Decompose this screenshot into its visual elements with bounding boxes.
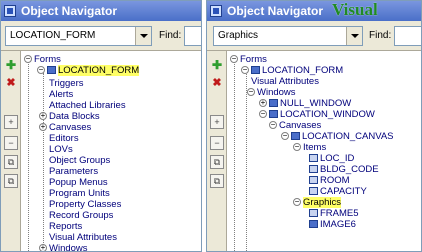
tree-node-image6[interactable]: IMAGE6 [309,219,356,230]
tree-node-popup-menus[interactable]: Popup Menus [49,177,108,188]
window-title: Object Navigator [21,4,118,18]
find-label: Find: [159,30,182,41]
tree-node-canvases[interactable]: + Canvases [39,122,91,133]
tree-node-attached-libraries[interactable]: Attached Libraries [49,100,126,111]
window-icon [269,110,278,119]
tree-node-property-classes[interactable]: Property Classes [49,199,121,210]
object-navigator-right: Object Navigator Visual Graphics Find: ✚… [206,0,422,252]
module-selector-value: LOCATION_FORM [10,30,96,41]
add-icon[interactable]: ✚ [210,58,224,72]
collapse-node-icon[interactable]: − [24,55,32,64]
text-item-icon [309,165,318,174]
vertical-toolbar: ✚ ✖ + − ⧉ ⧉ [1,51,21,251]
find-input[interactable] [394,26,421,46]
canvas-icon [291,132,300,141]
title-bar: Object Navigator Visual [207,1,421,21]
tree-node-reports[interactable]: Reports [49,221,82,232]
navigator-toolbar: LOCATION_FORM Find: [1,21,201,51]
collapse-node-icon[interactable]: − [269,121,277,130]
object-navigator-left: Object Navigator LOCATION_FORM Find: ✚ ✖… [0,0,202,252]
window-icon [269,99,278,108]
chevron-down-icon[interactable] [135,27,151,45]
tree-node-forms[interactable]: − Forms [24,54,61,65]
expand-icon[interactable]: + [4,115,18,129]
tree-node-data-blocks[interactable]: + Data Blocks [39,111,100,122]
expand-node-icon[interactable]: + [259,99,267,108]
tree-node-program-units[interactable]: Program Units [49,188,110,199]
navigator-tree: − Forms − LOCATION_FORM Visual Attributes … [229,51,421,251]
window-title: Object Navigator [227,4,324,18]
collapse-node-icon[interactable]: − [259,110,267,119]
tree-node-windows[interactable]: + Windows [39,243,88,251]
text-item-icon [309,176,318,185]
expand-all-icon[interactable]: ⧉ [4,155,18,169]
tree-node-editors[interactable]: Editors [49,133,79,144]
collapse-icon[interactable]: − [210,136,224,150]
tree-node-items[interactable]: − Items [293,142,326,153]
tree-node-bldg-code[interactable]: BLDG_CODE [309,164,379,175]
image-icon [309,220,318,229]
tree-node-object-groups[interactable]: Object Groups [49,155,110,166]
chevron-down-icon[interactable] [346,27,362,45]
text-item-icon [309,154,318,163]
tree-node-canvases[interactable]: − Canvases [269,120,321,131]
collapse-all-icon[interactable]: ⧉ [4,174,18,188]
tree-node-room[interactable]: ROOM [309,175,350,186]
tree-node-visual-attributes[interactable]: Visual Attributes [49,232,117,243]
tree-node-parameters[interactable]: Parameters [49,166,98,177]
expand-node-icon[interactable]: + [39,123,47,132]
text-item-icon [309,187,318,196]
tree-node-alerts[interactable]: Alerts [49,89,73,100]
expand-node-icon[interactable]: + [39,244,47,251]
module-selector[interactable]: LOCATION_FORM [5,26,152,46]
overlay-caption: Visual [332,0,378,19]
vertical-toolbar: ✚ ✖ + − ⧉ ⧉ [207,51,227,251]
tree-node-windows[interactable]: − Windows [247,87,296,98]
form-module-icon [251,66,260,75]
collapse-node-icon[interactable]: − [281,132,289,141]
add-icon[interactable]: ✚ [4,58,18,72]
tree-node-frame5[interactable]: FRAME5 [309,208,359,219]
delete-icon[interactable]: ✖ [4,76,18,90]
expand-icon[interactable]: + [210,115,224,129]
find-input[interactable] [184,26,201,46]
collapse-node-icon[interactable]: − [230,55,238,64]
module-selector-value: Graphics [218,30,259,41]
navigator-toolbar: Graphics Find: [207,21,421,51]
tree-node-location-window[interactable]: − LOCATION_WINDOW [259,109,375,120]
collapse-node-icon[interactable]: − [293,198,301,207]
tree-node-location-form[interactable]: − LOCATION_FORM [37,65,140,76]
collapse-node-icon[interactable]: − [293,143,301,152]
frame-icon [309,209,318,218]
collapse-all-icon[interactable]: ⧉ [210,174,224,188]
form-module-icon [47,66,56,75]
expand-node-icon[interactable]: + [39,112,47,121]
tree-node-triggers[interactable]: Triggers [49,78,84,89]
tree-node-lovs[interactable]: LOVs [49,144,73,155]
tree-node-forms[interactable]: − Forms [230,54,267,65]
tree-node-location-canvas[interactable]: − LOCATION_CANVAS [281,131,394,142]
tree-node-null-window[interactable]: + NULL_WINDOW [259,98,351,109]
collapse-node-icon[interactable]: − [37,66,45,75]
navigator-tree: − Forms − LOCATION_FORM Triggers Alerts At… [23,51,201,251]
collapse-node-icon[interactable]: − [247,88,255,97]
collapse-icon[interactable]: − [4,136,18,150]
tree-node-record-groups[interactable]: Record Groups [49,210,113,221]
collapse-node-icon[interactable]: − [241,66,249,75]
navigator-window-icon [4,5,16,17]
module-selector[interactable]: Graphics [213,26,363,46]
tree-node-location-form[interactable]: − LOCATION_FORM [241,65,343,76]
tree-node-capacity[interactable]: CAPACITY [309,186,367,197]
expand-all-icon[interactable]: ⧉ [210,155,224,169]
find-label: Find: [369,30,392,41]
navigator-window-icon [210,5,222,17]
title-bar: Object Navigator [1,1,201,21]
tree-node-visual-attributes[interactable]: Visual Attributes [251,76,319,87]
delete-icon[interactable]: ✖ [210,76,224,90]
tree-node-loc-id[interactable]: LOC_ID [309,153,354,164]
tree-node-graphics[interactable]: − Graphics [293,197,342,208]
